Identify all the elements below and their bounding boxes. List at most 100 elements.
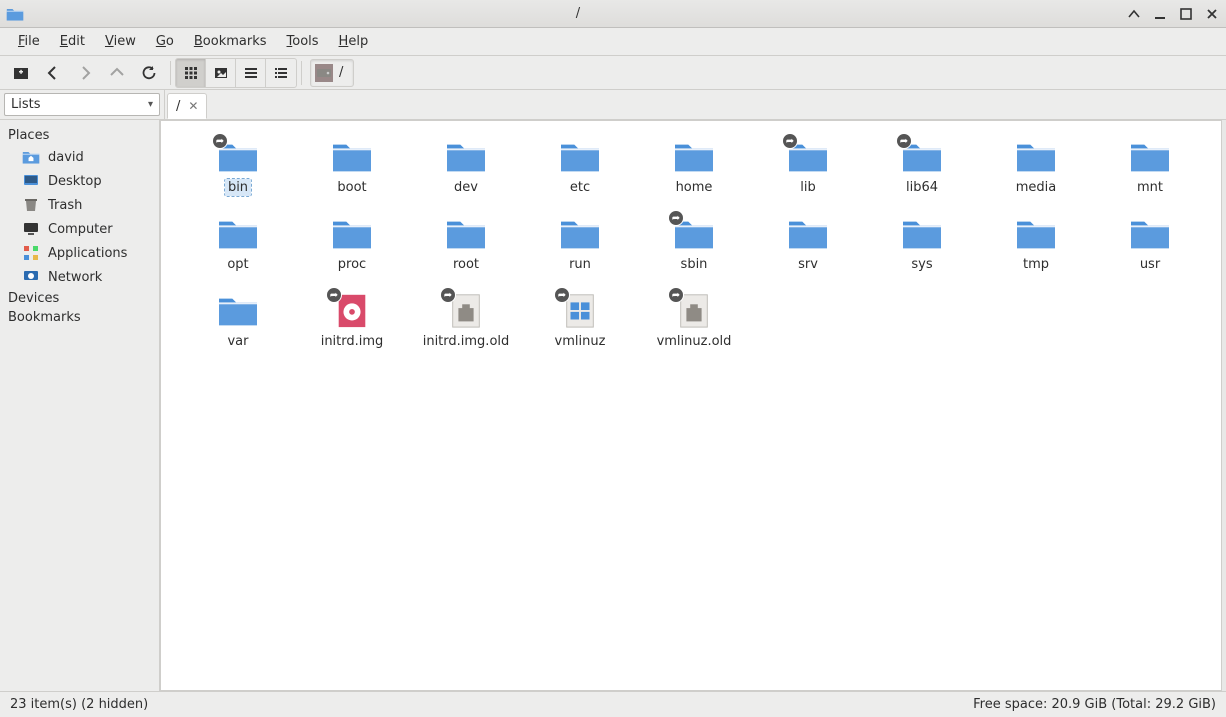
- folder-icon: [330, 137, 374, 175]
- reload-button[interactable]: [134, 59, 164, 87]
- sidebar-item-desktop[interactable]: Desktop: [4, 169, 155, 193]
- file-item-boot[interactable]: boot: [295, 133, 409, 200]
- file-label: root: [450, 256, 482, 273]
- icon-view-button[interactable]: [176, 59, 206, 87]
- tab-close-icon[interactable]: ✕: [188, 99, 198, 113]
- path-segment-root[interactable]: /: [310, 59, 354, 87]
- folder-icon: [330, 214, 374, 252]
- exe-icon: ➦: [558, 291, 602, 329]
- folder-icon: [1128, 137, 1172, 175]
- thumbnail-view-button[interactable]: [206, 59, 236, 87]
- menubar: File Edit View Go Bookmarks Tools Help: [0, 28, 1226, 56]
- sidebar-item-label: Trash: [48, 198, 82, 213]
- file-label: media: [1013, 179, 1060, 196]
- file-item-lib[interactable]: ➦ lib: [751, 133, 865, 200]
- symlink-badge-icon: ➦: [782, 133, 798, 149]
- file-item-dev[interactable]: dev: [409, 133, 523, 200]
- sidebar-item-network[interactable]: Network: [4, 265, 155, 289]
- file-label: etc: [567, 179, 593, 196]
- folder-icon: ➦: [216, 137, 260, 175]
- detailed-view-button[interactable]: [266, 59, 296, 87]
- new-tab-button[interactable]: [6, 59, 36, 87]
- folder-icon: [672, 137, 716, 175]
- file-item-tmp[interactable]: tmp: [979, 210, 1093, 277]
- file-label: mnt: [1134, 179, 1166, 196]
- trash-icon: [22, 196, 40, 214]
- file-item-vmlinuz-old[interactable]: ➦vmlinuz.old: [637, 287, 751, 354]
- file-label: var: [224, 333, 251, 350]
- file-label: proc: [335, 256, 369, 273]
- folder-icon: ➦: [900, 137, 944, 175]
- compact-view-button[interactable]: [236, 59, 266, 87]
- network-icon: [22, 268, 40, 286]
- folder-app-icon: [6, 5, 24, 23]
- file-label: sys: [908, 256, 935, 273]
- sidebar-item-label: Network: [48, 270, 102, 285]
- sidebar-item-applications[interactable]: Applications: [4, 241, 155, 265]
- menu-tools[interactable]: Tools: [279, 30, 327, 53]
- file-item-media[interactable]: media: [979, 133, 1093, 200]
- symlink-badge-icon: ➦: [326, 287, 342, 303]
- file-item-srv[interactable]: srv: [751, 210, 865, 277]
- file-label: lib: [797, 179, 818, 196]
- file-item-opt[interactable]: opt: [181, 210, 295, 277]
- menu-edit[interactable]: Edit: [52, 30, 93, 53]
- window-title: /: [30, 6, 1126, 21]
- file-item-usr[interactable]: usr: [1093, 210, 1207, 277]
- file-item-initrd-img-old[interactable]: ➦initrd.img.old: [409, 287, 523, 354]
- folder-icon: [900, 214, 944, 252]
- file-item-sbin[interactable]: ➦sbin: [637, 210, 751, 277]
- folder-icon: [216, 291, 260, 329]
- sidebar-mode-select[interactable]: Lists ▾: [4, 93, 160, 116]
- file-item-home[interactable]: home: [637, 133, 751, 200]
- close-button[interactable]: [1204, 6, 1220, 22]
- tab-strip: / ✕: [164, 90, 1226, 119]
- file-item-run[interactable]: run: [523, 210, 637, 277]
- symlink-badge-icon: ➦: [668, 210, 684, 226]
- menu-file[interactable]: File: [10, 30, 48, 53]
- chevron-down-icon: ▾: [148, 99, 153, 110]
- sidebar-item-computer[interactable]: Computer: [4, 217, 155, 241]
- forward-button[interactable]: [70, 59, 100, 87]
- file-icon: ➦: [672, 291, 716, 329]
- bookmarks-header: Bookmarks: [4, 308, 155, 327]
- file-item-proc[interactable]: proc: [295, 210, 409, 277]
- folder-icon: ➦: [786, 137, 830, 175]
- status-free-space: Free space: 20.9 GiB (Total: 29.2 GiB): [973, 697, 1216, 712]
- file-item-bin[interactable]: ➦bin: [181, 133, 295, 200]
- maximize-button[interactable]: [1178, 6, 1194, 22]
- symlink-badge-icon: ➦: [554, 287, 570, 303]
- menu-view[interactable]: View: [97, 30, 144, 53]
- symlink-badge-icon: ➦: [440, 287, 456, 303]
- file-label: home: [673, 179, 716, 196]
- back-button[interactable]: [38, 59, 68, 87]
- file-label: run: [566, 256, 594, 273]
- file-item-lib64[interactable]: ➦lib64: [865, 133, 979, 200]
- toolbar: /: [0, 56, 1226, 90]
- file-label: boot: [334, 179, 369, 196]
- file-label: usr: [1137, 256, 1163, 273]
- folder-icon: [444, 137, 488, 175]
- rollup-button[interactable]: [1126, 6, 1142, 22]
- menu-help[interactable]: Help: [331, 30, 377, 53]
- sidebar-item-trash[interactable]: Trash: [4, 193, 155, 217]
- file-item-mnt[interactable]: mnt: [1093, 133, 1207, 200]
- up-button[interactable]: [102, 59, 132, 87]
- folder-icon: [444, 214, 488, 252]
- file-item-sys[interactable]: sys: [865, 210, 979, 277]
- folder-icon: [216, 214, 260, 252]
- menu-go[interactable]: Go: [148, 30, 182, 53]
- file-view[interactable]: ➦bin boot dev etc home ➦ lib ➦lib64 media mnt opt p…: [160, 120, 1222, 691]
- file-item-var[interactable]: var: [181, 287, 295, 354]
- file-item-root[interactable]: root: [409, 210, 523, 277]
- tab-label: /: [176, 99, 180, 114]
- tab-root[interactable]: / ✕: [167, 93, 207, 119]
- view-mode-group: [175, 58, 297, 88]
- minimize-button[interactable]: [1152, 6, 1168, 22]
- file-item-initrd-img[interactable]: ➦initrd.img: [295, 287, 409, 354]
- sidebar-item-david[interactable]: david: [4, 145, 155, 169]
- file-item-etc[interactable]: etc: [523, 133, 637, 200]
- menu-bookmarks[interactable]: Bookmarks: [186, 30, 275, 53]
- apps-icon: [22, 244, 40, 262]
- file-item-vmlinuz[interactable]: ➦vmlinuz: [523, 287, 637, 354]
